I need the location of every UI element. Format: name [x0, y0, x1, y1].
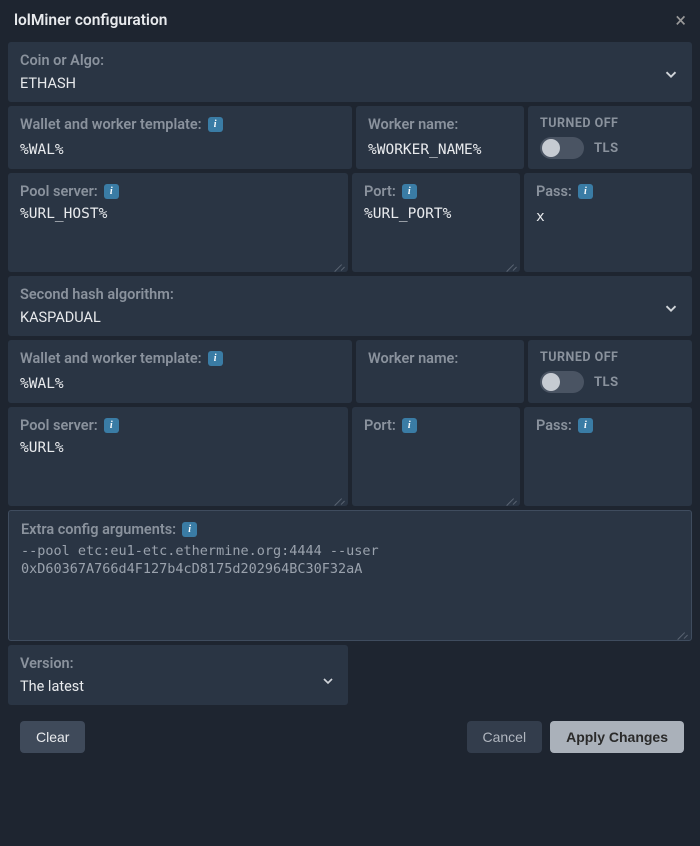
version-select[interactable]: Version: The latest: [8, 645, 348, 705]
config-dialog: lolMiner configuration × Coin or Algo: E…: [0, 0, 700, 846]
toggle-knob: [542, 139, 560, 157]
port-label: Port: i: [364, 183, 508, 200]
wallet-template-input[interactable]: [20, 142, 340, 158]
port-field: Port: i: [352, 173, 520, 272]
resize-grip-icon: [334, 258, 346, 270]
coin-algo-label: Coin or Algo:: [20, 52, 680, 69]
second-algo-select[interactable]: Second hash algorithm: KASPADUAL: [8, 276, 692, 336]
wallet-template-field: Wallet and worker template: i: [8, 106, 352, 169]
wallet-template-label: Wallet and worker template: i: [20, 116, 340, 133]
tls-toggle-2[interactable]: [540, 371, 584, 393]
chevron-down-icon: [320, 673, 336, 693]
info-icon[interactable]: i: [104, 418, 119, 433]
port-input[interactable]: [364, 206, 508, 258]
worker-name-input-2[interactable]: [368, 376, 512, 392]
tls-toggle-field-2: TURNED OFF TLS: [528, 340, 692, 403]
apply-changes-button[interactable]: Apply Changes: [550, 721, 684, 753]
version-label: Version:: [20, 655, 336, 672]
info-icon[interactable]: i: [578, 184, 593, 199]
extra-args-label: Extra config arguments: i: [21, 521, 679, 538]
worker-name-label-2: Worker name:: [368, 350, 512, 367]
toggle-knob: [542, 373, 560, 391]
info-icon[interactable]: i: [578, 418, 593, 433]
worker-name-input[interactable]: [368, 142, 512, 158]
info-icon[interactable]: i: [208, 117, 223, 132]
pass-label: Pass: i: [536, 183, 680, 200]
extra-args-field: Extra config arguments: i: [8, 510, 692, 641]
pass-field-2: Pass: i: [524, 407, 692, 506]
close-icon[interactable]: ×: [675, 10, 686, 30]
wallet-template-label-2: Wallet and worker template: i: [20, 350, 340, 367]
port-field-2: Port: i: [352, 407, 520, 506]
dialog-title: lolMiner configuration: [14, 11, 167, 29]
tls-status-label: TURNED OFF: [540, 116, 680, 131]
info-icon[interactable]: i: [104, 184, 119, 199]
pass-label-2: Pass: i: [536, 417, 680, 434]
coin-algo-value: ETHASH: [20, 75, 680, 92]
resize-grip-icon: [677, 626, 689, 638]
port-label-2: Port: i: [364, 417, 508, 434]
tls-toggle-field: TURNED OFF TLS: [528, 106, 692, 169]
chevron-down-icon: [662, 299, 680, 321]
worker-name-field: Worker name:: [356, 106, 524, 169]
second-algo-label: Second hash algorithm:: [20, 286, 680, 303]
pool-server-input[interactable]: [20, 206, 336, 258]
tls-label: TLS: [594, 141, 619, 156]
tls-label-2: TLS: [594, 375, 619, 390]
pool-server-field: Pool server: i: [8, 173, 348, 272]
info-icon[interactable]: i: [402, 418, 417, 433]
info-icon[interactable]: i: [402, 184, 417, 199]
info-icon[interactable]: i: [182, 522, 197, 537]
version-value: The latest: [20, 678, 336, 695]
port-input-2[interactable]: [364, 440, 508, 492]
extra-args-input[interactable]: [21, 542, 679, 626]
second-algo-value: KASPADUAL: [20, 309, 680, 326]
dialog-body: Coin or Algo: ETHASH Wallet and worker t…: [0, 40, 700, 769]
wallet-template-field-2: Wallet and worker template: i: [8, 340, 352, 403]
pass-field: Pass: i: [524, 173, 692, 272]
clear-button[interactable]: Clear: [20, 721, 85, 753]
dialog-footer: Clear Cancel Apply Changes: [8, 709, 692, 761]
info-icon[interactable]: i: [208, 351, 223, 366]
pool-server-label: Pool server: i: [20, 183, 336, 200]
pool-server-field-2: Pool server: i: [8, 407, 348, 506]
wallet-template-input-2[interactable]: [20, 376, 340, 392]
cancel-button[interactable]: Cancel: [467, 721, 543, 753]
pass-input-2[interactable]: [536, 443, 680, 459]
worker-name-label: Worker name:: [368, 116, 512, 133]
dialog-header: lolMiner configuration ×: [0, 0, 700, 40]
coin-algo-select[interactable]: Coin or Algo: ETHASH: [8, 42, 692, 102]
tls-toggle[interactable]: [540, 137, 584, 159]
resize-grip-icon: [506, 492, 518, 504]
resize-grip-icon: [334, 492, 346, 504]
pool-server-input-2[interactable]: [20, 440, 336, 492]
resize-grip-icon: [506, 258, 518, 270]
pool-server-label-2: Pool server: i: [20, 417, 336, 434]
pass-input[interactable]: [536, 209, 680, 225]
chevron-down-icon: [662, 65, 680, 87]
worker-name-field-2: Worker name:: [356, 340, 524, 403]
tls-status-label-2: TURNED OFF: [540, 350, 680, 365]
